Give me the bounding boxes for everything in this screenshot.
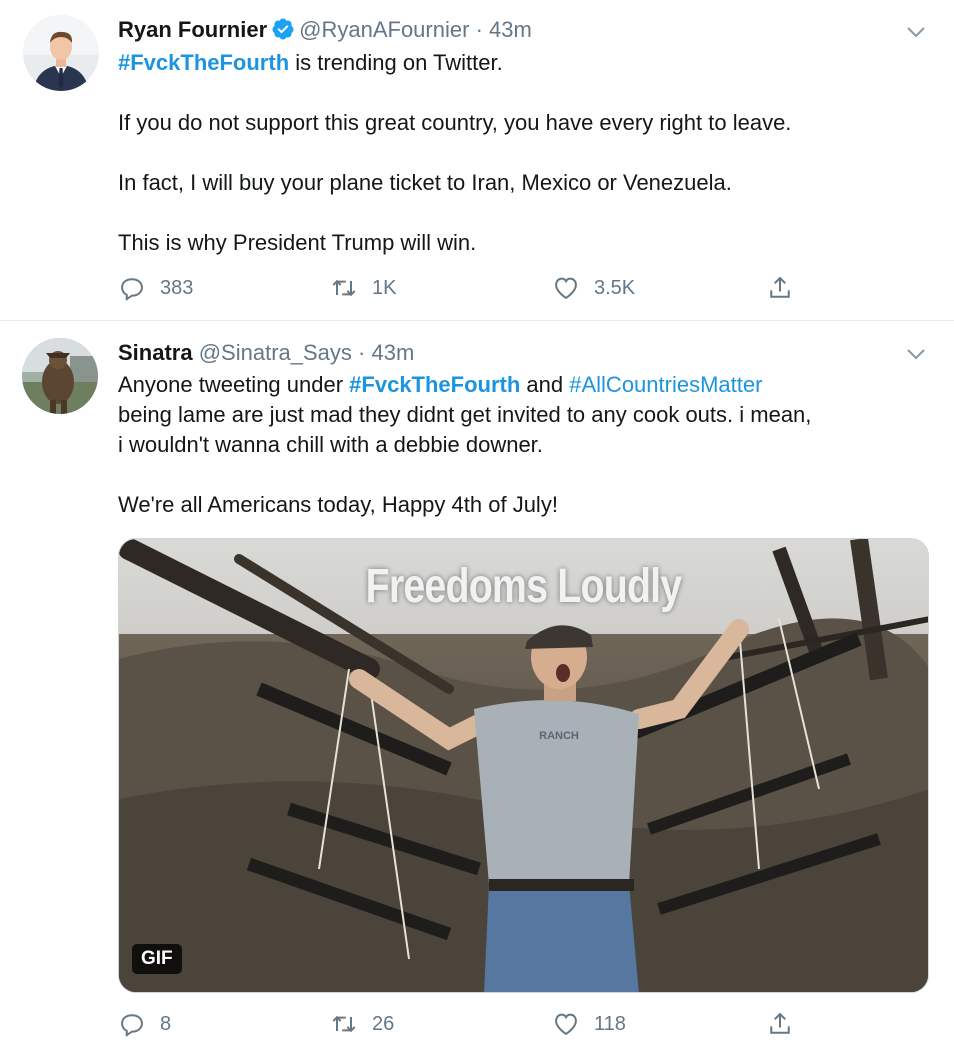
hashtag-link[interactable]: #FvckTheFourth bbox=[118, 50, 289, 75]
author-name[interactable]: Ryan Fournier bbox=[118, 17, 267, 42]
tweet-line-1: Anyone tweeting under #FvckTheFourth and… bbox=[118, 370, 930, 400]
like-count: 3.5K bbox=[594, 276, 636, 299]
reply-count: 383 bbox=[160, 276, 194, 299]
verified-badge-icon bbox=[272, 18, 294, 40]
hashtag-link[interactable]: #FvckTheFourth bbox=[349, 372, 520, 397]
gif-media[interactable]: RANCH Freedoms Loudly GIF bbox=[118, 538, 929, 993]
gif-overlay-text: Freedoms Loudly bbox=[365, 560, 683, 613]
retweet-button[interactable]: 26 bbox=[330, 1006, 394, 1042]
retweet-icon bbox=[332, 279, 356, 297]
tweet-line-1: #FvckTheFourth is trending on Twitter. bbox=[118, 48, 930, 78]
tweet-line-3: i wouldn't wanna chill with a debbie dow… bbox=[118, 432, 543, 457]
separator-dot: · bbox=[475, 17, 483, 42]
tweet-line-4: This is why President Trump will win. bbox=[118, 230, 477, 255]
tweet-text-fragment: and bbox=[520, 372, 570, 397]
tweet-line-2: If you do not support this great country… bbox=[118, 110, 792, 135]
avatar[interactable] bbox=[23, 15, 99, 91]
like-button[interactable]: 118 bbox=[552, 1006, 626, 1042]
tweet-ryan-fournier[interactable]: Ryan Fournier @RyanAFournier · 43m #FvckT… bbox=[0, 0, 954, 321]
tweet-text-fragment: is trending on Twitter. bbox=[289, 50, 503, 75]
author-handle[interactable]: @RyanAFournier bbox=[299, 17, 469, 42]
retweet-icon bbox=[332, 1015, 356, 1033]
retweet-button[interactable]: 1K bbox=[330, 270, 396, 306]
gif-badge: GIF bbox=[132, 944, 182, 974]
tweet-header: Ryan Fournier @RyanAFournier · 43m bbox=[118, 15, 532, 45]
tweet-text: Anyone tweeting under #FvckTheFourth and… bbox=[118, 370, 930, 520]
reply-button[interactable]: 8 bbox=[118, 1006, 171, 1042]
avatar[interactable] bbox=[22, 338, 98, 414]
separator-dot: · bbox=[358, 340, 366, 365]
tweet-timestamp[interactable]: 43m bbox=[489, 17, 532, 42]
tweet-text-fragment: Anyone tweeting under bbox=[118, 372, 350, 397]
tweet-sinatra[interactable]: Sinatra @Sinatra_Says · 43m Anyone tweet… bbox=[0, 322, 954, 1054]
author-handle[interactable]: @Sinatra_Says bbox=[199, 340, 352, 365]
share-button[interactable] bbox=[766, 270, 794, 306]
reply-icon bbox=[121, 1014, 143, 1037]
like-button[interactable]: 3.5K bbox=[552, 270, 635, 306]
like-icon bbox=[555, 1013, 577, 1036]
retweet-count: 1K bbox=[372, 276, 397, 299]
share-icon bbox=[770, 276, 790, 298]
reply-button[interactable]: 383 bbox=[118, 270, 193, 306]
like-icon bbox=[555, 277, 577, 300]
author-name[interactable]: Sinatra bbox=[118, 340, 193, 365]
tweet-text: #FvckTheFourth is trending on Twitter. I… bbox=[118, 48, 930, 258]
tweet-line-3: In fact, I will buy your plane ticket to… bbox=[118, 170, 732, 195]
tweet-line-2: being lame are just mad they didnt get i… bbox=[118, 402, 812, 427]
hashtag-link[interactable]: #AllCountriesMatter bbox=[569, 372, 762, 397]
tweet-header: Sinatra @Sinatra_Says · 43m bbox=[118, 338, 414, 368]
tweet-actions: 8 26 118 bbox=[118, 1006, 808, 1042]
shirt-print-text: RANCH bbox=[539, 730, 579, 742]
caret-down-icon[interactable] bbox=[904, 20, 928, 44]
caret-down-icon[interactable] bbox=[904, 342, 928, 366]
share-icon bbox=[770, 1012, 790, 1034]
reply-count: 8 bbox=[160, 1012, 172, 1035]
like-count: 118 bbox=[594, 1012, 626, 1035]
tweet-line-4: We're all Americans today, Happy 4th of … bbox=[118, 492, 558, 517]
tweet-actions: 383 1K 3.5K bbox=[118, 270, 808, 306]
tweet-timestamp[interactable]: 43m bbox=[371, 340, 414, 365]
retweet-count: 26 bbox=[372, 1012, 395, 1035]
reply-icon bbox=[121, 278, 143, 301]
share-button[interactable] bbox=[766, 1006, 794, 1042]
